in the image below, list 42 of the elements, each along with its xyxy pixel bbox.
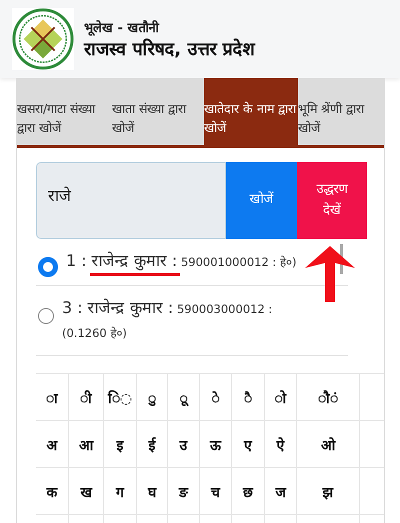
key[interactable]: ज [265,468,297,515]
key[interactable]: ङ [168,468,200,515]
key[interactable]: आ [69,421,104,468]
name-input-field[interactable]: राजे [36,162,226,239]
radio-button[interactable] [38,308,54,324]
key[interactable]: उ [168,421,200,468]
tab[interactable]: खातेदार के नाम द्वारा खोजें [204,78,298,145]
key[interactable]: अ [36,421,69,468]
key[interactable]: ई [137,421,168,468]
key[interactable]: ◌ो [265,374,297,421]
annotation-arrow [305,246,355,302]
key[interactable]: ◌ी [69,374,104,421]
app-title: राजस्व परिषद, उत्तर प्रदेश [84,38,255,60]
key[interactable]: ए [232,421,265,468]
key[interactable]: झ [297,468,360,515]
logo-icon [12,8,74,70]
radio-button[interactable] [38,257,58,277]
key[interactable]: छ [232,468,265,515]
view-extract-button[interactable]: उद्धरण देखें [297,162,367,239]
key[interactable]: ◌े [200,374,232,421]
key[interactable]: ख [69,468,104,515]
key[interactable]: ◌ौ◌ं [297,374,360,421]
key[interactable]: ओ [297,421,360,468]
search-button[interactable]: खोजें [226,162,297,239]
key[interactable]: ऐ [265,421,297,468]
result-text: 1 : राजेन्द्र कुमार : 590001000012 : हे०) [66,250,298,272]
key[interactable]: ि◌ [104,374,137,421]
key[interactable]: ग [104,468,137,515]
key[interactable]: ऊ [200,421,232,468]
tab[interactable]: खाता संख्या द्वारा खोजें [112,78,204,145]
tab[interactable]: खसरा/गाटा संख्या द्वारा खोजें [17,78,112,145]
key[interactable]: ◌ा [36,374,69,421]
key[interactable]: ◌ै [232,374,265,421]
key[interactable]: च [200,468,232,515]
key[interactable]: इ [104,421,137,468]
result-text: 3 : राजेन्द्र कुमार : 590003000012 : (0.1260 हे०) [62,297,274,342]
key[interactable]: ◌ू [168,374,200,421]
key[interactable]: ◌ु [137,374,168,421]
tab[interactable]: भूमि श्रेंणी द्वारा खोजें [298,78,384,145]
key[interactable]: क [36,468,69,515]
key[interactable]: घ [137,468,168,515]
app-subtitle: भूलेख - खतौनी [84,19,160,36]
